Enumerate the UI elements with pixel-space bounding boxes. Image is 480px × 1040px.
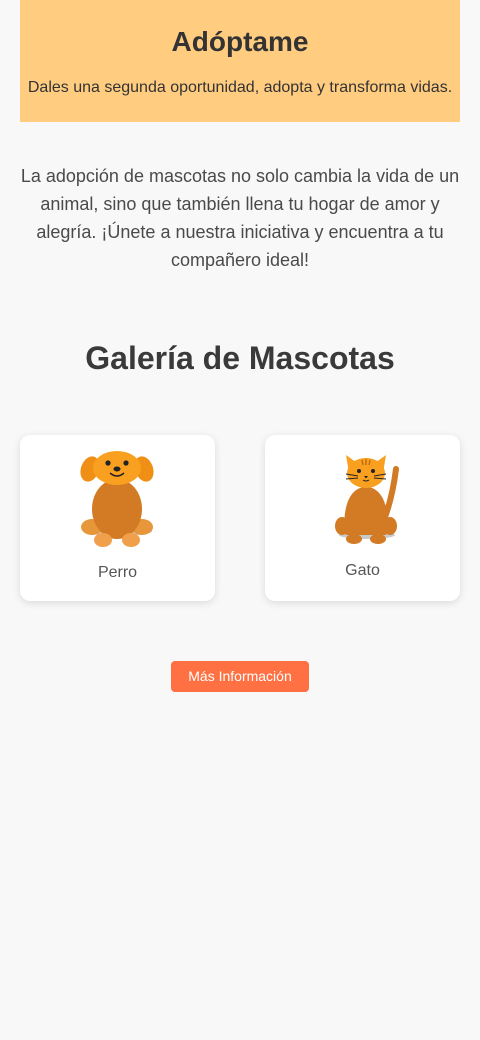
pet-card-cat[interactable]: Gato	[265, 435, 460, 601]
cat-icon	[335, 455, 399, 544]
pet-card-dog[interactable]: Perro	[20, 435, 215, 601]
gallery-title: Galería de Mascotas	[85, 340, 395, 376]
dog-icon	[80, 451, 154, 547]
pet-label-cat: Gato	[345, 562, 380, 579]
page-subtitle: Dales una segunda oportunidad, adopta y …	[27, 79, 453, 96]
more-info-button[interactable]: Más Información	[171, 661, 309, 692]
page-title: Adóptame	[171, 26, 309, 57]
page-header: Adóptame Dales una segunda oportunidad, …	[20, 0, 460, 122]
pet-label-dog: Perro	[97, 564, 138, 581]
intro-text: La adopción de mascotas no solo cambia l…	[20, 166, 460, 270]
